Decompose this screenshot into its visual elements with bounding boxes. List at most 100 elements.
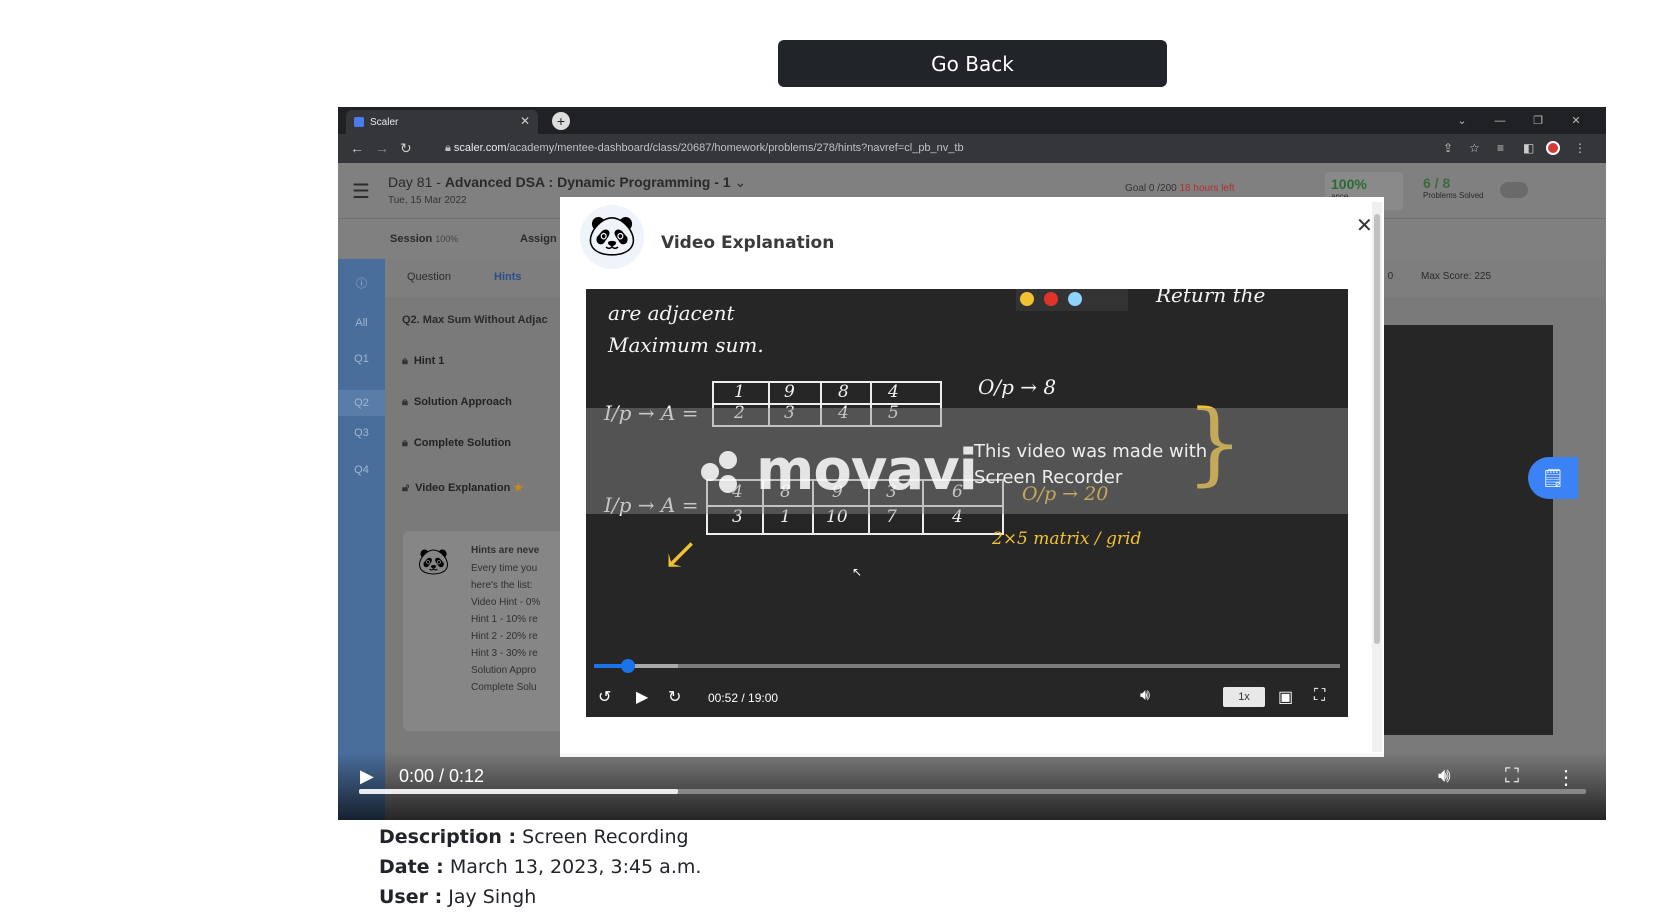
pip-icon: ▣ bbox=[1278, 689, 1294, 706]
star-icon: ★ bbox=[513, 482, 524, 494]
browser-tabbar: Scaler ✕ + ⌄ — ❐ ✕ bbox=[338, 107, 1606, 134]
grid-cell: 1 bbox=[734, 382, 745, 402]
scrollbar-thumb bbox=[1374, 214, 1380, 644]
browser-addressbar: ← → ↻ 🔒︎ scaler.com/academy/mentee-dashb… bbox=[338, 134, 1606, 163]
restore-icon: ❐ bbox=[1533, 115, 1543, 127]
forward-arrow-icon: → bbox=[375, 140, 389, 156]
minimize-icon: — bbox=[1494, 114, 1506, 127]
back-arrow-icon: ← bbox=[350, 140, 364, 156]
problems-solved-badge: 6 / 8 Problems Solved bbox=[1423, 175, 1484, 200]
mouse-cursor-icon: ↖ bbox=[852, 565, 863, 579]
hint-box-line: Hint 2 - 20% re bbox=[471, 631, 538, 642]
fullscreen-button[interactable]: ⛶ bbox=[1505, 765, 1519, 788]
play-icon: ▶ bbox=[636, 689, 649, 706]
url-host: scaler.com bbox=[453, 142, 507, 154]
grid-cell: 9 bbox=[784, 382, 795, 402]
grid-cell: 8 bbox=[838, 382, 849, 402]
panda-avatar: 🐼︎ bbox=[580, 205, 644, 269]
rail-item-q2: Q2 bbox=[338, 390, 385, 416]
volume-button[interactable]: 🔊︎ bbox=[1438, 765, 1451, 788]
rail-item-all: All bbox=[355, 317, 368, 329]
board-line2: Maximum sum. bbox=[608, 333, 764, 357]
media-icon: ≡ bbox=[1497, 141, 1505, 155]
player-seek-fill bbox=[359, 789, 679, 794]
goal-text: Goal 0 /200 18 hours left bbox=[1125, 183, 1235, 194]
hint-box-line: here's the list: bbox=[471, 580, 533, 591]
arrow-curve: ↙ bbox=[662, 529, 699, 580]
hint-info-box: 🐼︎ Hints are neve Every time you here's … bbox=[403, 531, 563, 731]
date-row: Date : March 13, 2023, 3:45 a.m. bbox=[379, 856, 702, 878]
pen-toolbar bbox=[1016, 289, 1128, 311]
player-seek-bar[interactable] bbox=[359, 789, 1586, 794]
watermark-line: Screen Recorder bbox=[974, 467, 1123, 488]
hint-box-line: Hints are neve bbox=[471, 545, 540, 556]
description-row: Description : Screen Recording bbox=[379, 826, 689, 848]
watermark-brand: movavi bbox=[756, 438, 978, 503]
day-title: Day 81 - Advanced DSA : Dynamic Programm… bbox=[388, 174, 747, 190]
inner-progress-bar bbox=[594, 659, 1340, 673]
reload-icon: ↻ bbox=[400, 140, 412, 156]
inner-time: 00:52 / 19:00 bbox=[708, 691, 779, 705]
tab-search-icon: ⌄ bbox=[1457, 115, 1467, 127]
watermark-line: This video was made with bbox=[974, 441, 1208, 462]
tab-assignment: Assign bbox=[520, 233, 557, 245]
browser-tab: Scaler ✕ bbox=[346, 110, 538, 134]
hint-box-line: Every time you bbox=[471, 563, 538, 574]
board-line1-tail: Return the bbox=[1156, 289, 1266, 307]
hint-row: 🔒︎ Solution Approach bbox=[402, 396, 512, 408]
browser-tab-title: Scaler bbox=[370, 116, 399, 128]
notes-icon: 🗒︎ bbox=[1528, 457, 1578, 499]
modal-scrollbar bbox=[1372, 202, 1382, 752]
rail-item-q1: Q1 bbox=[354, 353, 369, 365]
user-row: User : Jay Singh bbox=[379, 886, 537, 908]
problem-title: Q2. Max Sum Without Adjac bbox=[402, 314, 548, 326]
movavi-logo-icon bbox=[701, 451, 737, 493]
go-back-button[interactable]: Go Back bbox=[778, 40, 1167, 87]
day-date: Tue, 15 Mar 2022 bbox=[388, 195, 467, 206]
color-picker-icon bbox=[1068, 292, 1082, 306]
hint-row: 🔒︎ Hint 1 bbox=[402, 355, 445, 367]
hint-box-line: Complete Solu bbox=[471, 682, 537, 693]
hamburger-icon: ☰ bbox=[352, 181, 370, 203]
op-label: O/p → 8 bbox=[978, 375, 1057, 399]
share-icon: ⇪ bbox=[1443, 141, 1454, 155]
close-icon: ✕ bbox=[1356, 215, 1373, 237]
sidepanel-icon: ◧ bbox=[1523, 141, 1535, 155]
question-rail: ⓘ All Q1 Q2 Q3 Q4 bbox=[338, 259, 385, 820]
theme-toggle bbox=[1500, 182, 1528, 198]
tab-hints: Hints bbox=[494, 271, 522, 283]
tab-session: Session 100% bbox=[390, 233, 459, 245]
fullscreen-icon: ⛶ bbox=[1314, 687, 1326, 704]
hint-box-line: Hint 3 - 30% re bbox=[471, 648, 538, 659]
board-line1: are adjacent bbox=[608, 301, 735, 325]
new-tab-icon: + bbox=[552, 112, 570, 130]
video-explanation-modal: 🐼︎ Video Explanation ✕ are adjacent Retu… bbox=[560, 197, 1384, 757]
url-field: 🔒︎ scaler.com/academy/mentee-dashboard/c… bbox=[433, 139, 1433, 158]
url-path: /academy/mentee-dashboard/class/20687/ho… bbox=[506, 142, 964, 154]
modal-title: Video Explanation bbox=[661, 233, 835, 253]
video-player[interactable]: Scaler ✕ + ⌄ — ❐ ✕ ← → ↻ 🔒︎ scaler.com/a… bbox=[338, 107, 1606, 820]
yellow-pen-icon bbox=[1020, 292, 1034, 306]
player-time: 0:00 / 0:12 bbox=[399, 766, 485, 786]
hint-box-line: Video Hint - 0% bbox=[471, 597, 541, 608]
lock-icon: 🔒︎ bbox=[402, 437, 408, 449]
lock-icon: 🔒︎ bbox=[402, 396, 408, 408]
volume-icon: 🔊︎ bbox=[1140, 687, 1151, 704]
scaler-favicon-icon bbox=[354, 117, 364, 127]
red-pen-icon bbox=[1044, 292, 1058, 306]
tab-question: Question bbox=[407, 271, 452, 283]
forward-icon: ↻ bbox=[668, 689, 682, 706]
inner-video: are adjacent Return the Maximum sum. I/p… bbox=[586, 289, 1348, 717]
play-button[interactable]: ▶ bbox=[360, 766, 374, 787]
more-options-button[interactable]: ⋮ bbox=[1556, 765, 1576, 790]
watermark-text: This video was made with Screen Recorder bbox=[974, 439, 1207, 491]
info-icon: ⓘ bbox=[356, 278, 367, 290]
rail-item-q3: Q3 bbox=[354, 427, 369, 439]
grid-cell: 4 bbox=[888, 382, 899, 402]
hint-row: 🔒︎ Complete Solution bbox=[402, 437, 512, 449]
lock-icon: 🔒︎ bbox=[445, 142, 454, 154]
tab-close-icon: ✕ bbox=[519, 114, 530, 128]
rewind-icon: ↺ bbox=[598, 689, 612, 706]
star-icon: ☆ bbox=[1469, 141, 1480, 155]
inner-progress-knob bbox=[621, 659, 636, 673]
